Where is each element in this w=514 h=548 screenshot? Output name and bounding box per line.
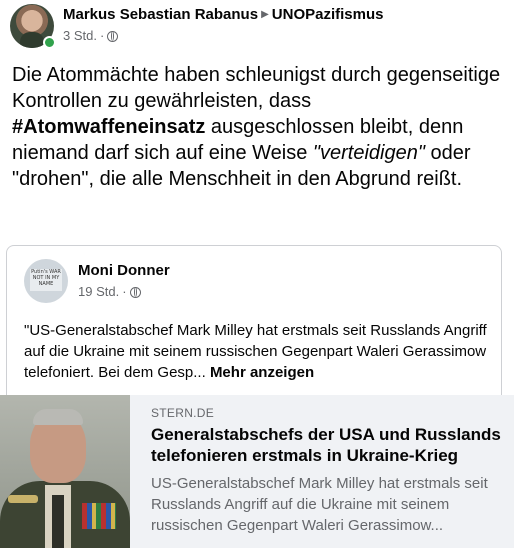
thumb-tie <box>52 495 64 548</box>
shared-post-text: "US-Generalstabschef Mark Milley hat ers… <box>24 320 494 383</box>
post-timestamp[interactable]: 3 Std. <box>63 28 97 43</box>
link-thumbnail-image[interactable] <box>0 395 130 548</box>
globe-icon[interactable] <box>107 31 119 42</box>
online-status-indicator <box>43 36 56 49</box>
meta-separator: · <box>122 284 127 299</box>
group-name-link[interactable]: UNOPazifismus <box>272 6 384 23</box>
shared-post-card[interactable]: Putin's WAR NOT IN MY NAME Moni Donner 1… <box>6 245 502 398</box>
thumb-ribbons <box>82 503 116 529</box>
shared-author-avatar[interactable]: Putin's WAR NOT IN MY NAME <box>24 259 68 303</box>
link-description: US-Generalstabschef Mark Milley hat erst… <box>151 475 488 534</box>
link-title[interactable]: Generalstabschefs der USA und Russlands … <box>151 424 511 466</box>
thumb-hair <box>33 409 83 425</box>
thumb-stars <box>8 495 38 503</box>
post-text-italic: "verteidigen" <box>312 142 425 164</box>
hashtag-link[interactable]: #Atomwaffeneinsatz <box>12 116 205 138</box>
shared-author-name[interactable]: Moni Donner <box>78 262 170 279</box>
see-more-link[interactable]: Mehr anzeigen <box>210 364 314 381</box>
author-name-link[interactable]: Markus Sebastian Rabanus <box>63 6 258 23</box>
link-preview[interactable]: STERN.DE Generalstabschefs der USA und R… <box>0 395 514 548</box>
shared-post-meta: 19 Std. · <box>78 284 141 299</box>
globe-icon[interactable] <box>129 287 141 298</box>
arrow-right-icon: ▶ <box>261 9 269 20</box>
meta-separator: · <box>99 28 105 43</box>
link-domain: STERN.DE <box>151 406 215 420</box>
author-line: Markus Sebastian Rabanus ▶ UNOPazifismus <box>63 6 383 23</box>
post-header: Markus Sebastian Rabanus ▶ UNOPazifismus 3… <box>10 4 510 50</box>
post-text-part1: Die Atommächte haben schleunigst durch g… <box>12 64 501 112</box>
post-text: Die Atommächte haben schleunigst durch g… <box>12 62 507 192</box>
shared-post-timestamp[interactable]: 19 Std. <box>78 284 119 299</box>
post-meta: 3 Std. · <box>63 28 119 43</box>
avatar-sign-text: Putin's WAR NOT IN MY NAME <box>30 269 62 291</box>
